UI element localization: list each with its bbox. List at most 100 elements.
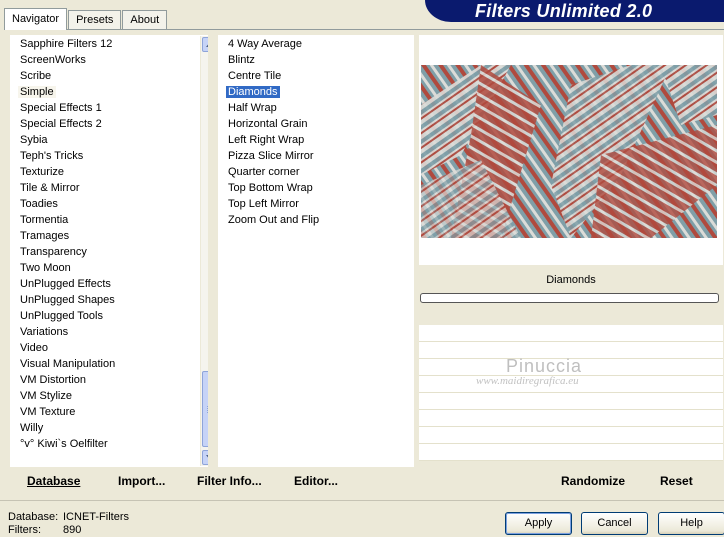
title-banner: Filters Unlimited 2.0 xyxy=(425,0,724,22)
filter-item[interactable]: Top Bottom Wrap xyxy=(218,180,321,196)
import-button[interactable]: Import... xyxy=(118,474,165,488)
tab-navigator[interactable]: Navigator xyxy=(4,8,68,30)
filter-item-label: Half Wrap xyxy=(228,102,277,114)
category-item[interactable]: Sybia xyxy=(10,132,117,148)
category-item[interactable]: Special Effects 1 xyxy=(10,100,117,116)
category-item-label: Sapphire Filters 12 xyxy=(20,38,113,50)
progress-bar xyxy=(420,293,719,303)
category-item-label: VM Texture xyxy=(20,406,76,418)
category-item[interactable]: Toadies xyxy=(10,196,117,212)
parameter-row[interactable] xyxy=(419,325,723,342)
filter-item[interactable]: Zoom Out and Flip xyxy=(218,212,321,228)
help-button[interactable]: Help xyxy=(658,512,724,535)
current-filter-name: Diamonds xyxy=(419,269,723,291)
command-bar-right: Randomize Reset xyxy=(419,468,723,494)
category-item-label: UnPlugged Tools xyxy=(20,310,103,322)
filter-item[interactable]: Pizza Slice Mirror xyxy=(218,148,321,164)
category-item[interactable]: UnPlugged Shapes xyxy=(10,292,117,308)
tab-about[interactable]: About xyxy=(122,10,168,30)
filter-item-label: Top Left Mirror xyxy=(228,198,299,210)
category-item-label: ScreenWorks xyxy=(20,54,86,66)
app-title: Filters Unlimited 2.0 xyxy=(475,1,653,21)
editor-button[interactable]: Editor... xyxy=(294,474,338,488)
filter-item[interactable]: Half Wrap xyxy=(218,100,321,116)
category-item[interactable]: Two Moon xyxy=(10,260,117,276)
category-item-label: VM Stylize xyxy=(20,390,72,402)
category-item-label: Teph's Tricks xyxy=(20,150,84,162)
category-items: Sapphire Filters 12 ScreenWorks Scribe Simp… xyxy=(10,36,117,452)
randomize-button[interactable]: Randomize xyxy=(561,474,625,488)
status-info: Database: ICNET-Filters Filters: 890 xyxy=(8,511,129,537)
category-item-label: Tramages xyxy=(20,230,70,242)
filters-status-label: Filters: xyxy=(8,524,41,536)
category-item[interactable]: UnPlugged Effects xyxy=(10,276,117,292)
category-item[interactable]: VM Texture xyxy=(10,404,117,420)
filter-info-button[interactable]: Filter Info... xyxy=(197,474,262,488)
category-item[interactable]: Tile & Mirror xyxy=(10,180,117,196)
preview-image xyxy=(421,65,717,238)
category-item-label: Visual Manipulation xyxy=(20,358,116,370)
category-list[interactable]: Sapphire Filters 12 ScreenWorks Scribe Simp… xyxy=(10,35,208,467)
parameter-row[interactable] xyxy=(419,427,723,444)
cancel-button[interactable]: Cancel xyxy=(581,512,648,535)
category-item[interactable]: Visual Manipulation xyxy=(10,356,117,372)
category-item-label: Special Effects 2 xyxy=(20,118,102,130)
preview-panel xyxy=(419,35,723,265)
tab-presets[interactable]: Presets xyxy=(68,10,122,30)
category-item[interactable]: ScreenWorks xyxy=(10,52,117,68)
category-item[interactable]: UnPlugged Tools xyxy=(10,308,117,324)
database-button[interactable]: Database xyxy=(27,474,80,488)
category-item[interactable]: Video xyxy=(10,340,117,356)
category-item[interactable]: Tormentia xyxy=(10,212,117,228)
filter-item[interactable]: Left Right Wrap xyxy=(218,132,321,148)
category-item-label: Tormentia xyxy=(20,214,69,226)
filter-item[interactable]: Diamonds xyxy=(218,84,321,100)
category-item[interactable]: Simple xyxy=(10,84,117,100)
category-item[interactable]: Texturize xyxy=(10,164,117,180)
category-item-label: UnPlugged Shapes xyxy=(20,294,115,306)
reset-button[interactable]: Reset xyxy=(660,474,693,488)
category-item-label: Video xyxy=(20,342,48,354)
category-item-label: Willy xyxy=(20,422,44,434)
category-item-label: Scribe xyxy=(20,70,52,82)
category-item-label: Toadies xyxy=(20,198,58,210)
parameter-row[interactable] xyxy=(419,410,723,427)
parameter-area xyxy=(419,325,723,467)
category-item[interactable]: Willy xyxy=(10,420,117,436)
filter-item[interactable]: Blintz xyxy=(218,52,321,68)
filter-items: 4 Way Average Blintz Centre Tile Diamonds Ha… xyxy=(218,36,321,228)
category-item[interactable]: Transparency xyxy=(10,244,117,260)
parameter-row[interactable] xyxy=(419,393,723,410)
category-item-label: Special Effects 1 xyxy=(20,102,102,114)
filter-item-label: Zoom Out and Flip xyxy=(228,214,320,226)
category-scrollbar[interactable] xyxy=(200,36,208,466)
category-item-label: VM Distortion xyxy=(20,374,87,386)
watermark-name: Pinuccia xyxy=(506,356,583,376)
filter-item[interactable]: Quarter corner xyxy=(218,164,321,180)
category-item[interactable]: Teph's Tricks xyxy=(10,148,117,164)
category-item[interactable]: Sapphire Filters 12 xyxy=(10,36,117,52)
scroll-down-button[interactable] xyxy=(202,450,208,465)
category-item-label: Simple xyxy=(18,86,56,98)
category-item[interactable]: Tramages xyxy=(10,228,117,244)
parameter-row[interactable] xyxy=(419,444,723,461)
filter-item[interactable]: Horizontal Grain xyxy=(218,116,321,132)
category-item[interactable]: Variations xyxy=(10,324,117,340)
scroll-thumb[interactable] xyxy=(202,371,208,447)
apply-button[interactable]: Apply xyxy=(505,512,572,535)
category-item[interactable]: Special Effects 2 xyxy=(10,116,117,132)
filter-item[interactable]: 4 Way Average xyxy=(218,36,321,52)
scroll-up-button[interactable] xyxy=(202,37,208,52)
filter-item[interactable]: Centre Tile xyxy=(218,68,321,84)
filter-list[interactable]: 4 Way Average Blintz Centre Tile Diamonds Ha… xyxy=(218,35,414,467)
category-item[interactable]: VM Stylize xyxy=(10,388,117,404)
category-item[interactable]: °v° Kiwi`s Oelfilter xyxy=(10,436,117,452)
category-item-label: Texturize xyxy=(20,166,65,178)
category-item-label: Sybia xyxy=(20,134,48,146)
filter-item-label: Diamonds xyxy=(226,86,280,98)
category-item-label: Tile & Mirror xyxy=(20,182,80,194)
category-item[interactable]: VM Distortion xyxy=(10,372,117,388)
category-item[interactable]: Scribe xyxy=(10,68,117,84)
category-item-label: Variations xyxy=(20,326,69,338)
filter-item[interactable]: Top Left Mirror xyxy=(218,196,321,212)
